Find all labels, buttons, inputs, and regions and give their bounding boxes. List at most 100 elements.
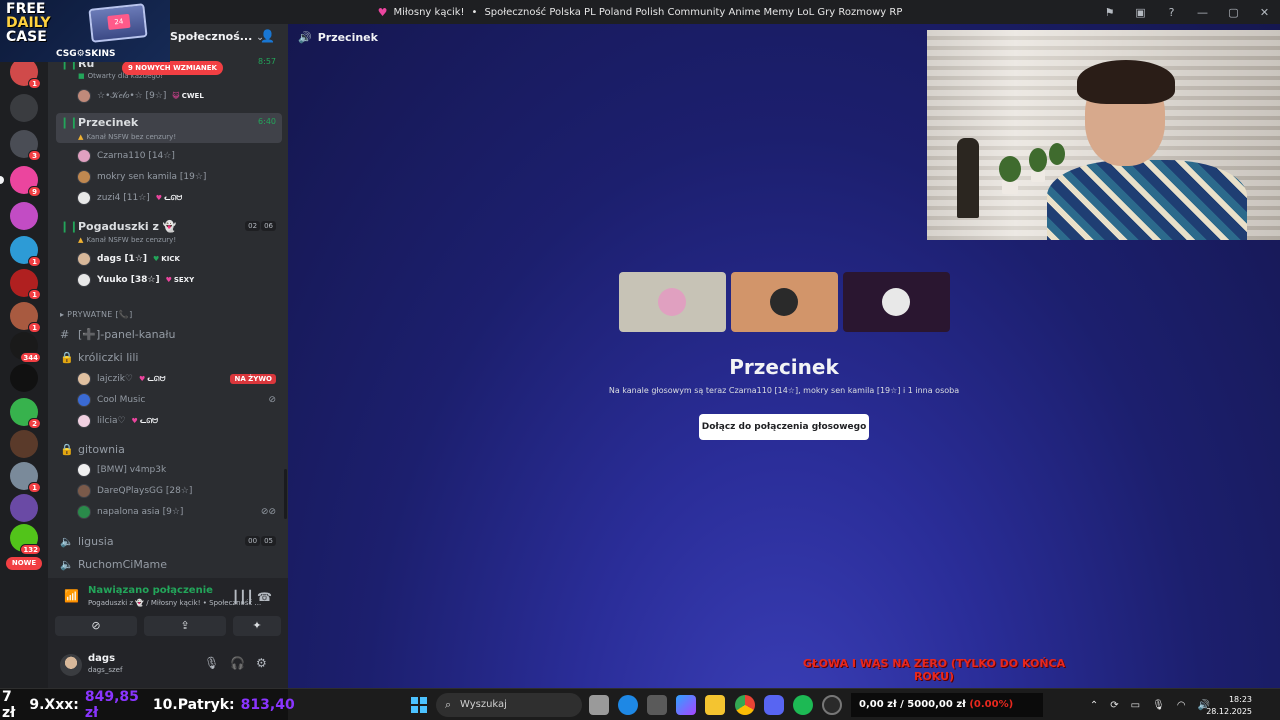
channel-name: RuchomCiMame (78, 557, 168, 571)
server-icon[interactable]: 1 (10, 236, 41, 267)
copilot-icon[interactable] (676, 695, 696, 715)
maximize-button[interactable]: ▢ (1218, 6, 1249, 19)
server-icon[interactable]: 1 (10, 462, 41, 493)
store-icon[interactable] (647, 695, 667, 715)
mention-badge: 1 (28, 322, 41, 333)
channel-kroliczki[interactable]: 🔒 króliczki lili (56, 347, 282, 367)
mention-badge: 1 (28, 78, 41, 89)
voice-member[interactable]: mokry sen kamila [19☆] (77, 168, 282, 186)
voice-member[interactable]: ☆•𝒦𝑒𝓁𝑜•☆ [9☆] 😺 CWEL (77, 87, 282, 105)
server-icon[interactable]: 344 (10, 332, 41, 363)
windows-start-icon[interactable] (411, 697, 427, 713)
voice-member[interactable]: lajczik♡ ♥ ᓚᘏᗢ NA ŻYWO (77, 370, 282, 388)
channel-pogaduszki[interactable]: ❙❙ Pogaduszki z 👻 02 06 (56, 216, 282, 236)
ticker-3-name: 10.Patryk: (152, 697, 235, 713)
voice-member[interactable]: Cool Music ⊘ (77, 391, 282, 409)
server-icon[interactable]: 1 (10, 58, 41, 89)
screen-icon[interactable]: ▣ (1125, 6, 1156, 19)
live-badge: NA ŻYWO (230, 374, 276, 384)
channel-ruchom[interactable]: 🔈 RuchomCiMame (56, 554, 282, 574)
hash-icon: # (60, 327, 70, 341)
webcam-overlay (927, 30, 1280, 240)
voice-member[interactable]: dags [1☆] ♥ KICK (77, 250, 282, 268)
voice-member[interactable]: napalona asia [9☆] ⊘⊘ (77, 503, 282, 521)
gear-icon[interactable]: ⚙ (256, 656, 267, 670)
edge-icon[interactable] (618, 695, 638, 715)
sync-icon[interactable]: ⟳ (1110, 700, 1118, 711)
avatar (77, 191, 91, 205)
voice-member[interactable]: lilcia♡ ♥ ᓚᘏᗢ (77, 412, 282, 430)
server-header[interactable]: Społecznoś... ⌄ (170, 30, 264, 43)
wifi-icon[interactable]: ◠ (1177, 700, 1186, 711)
channel-subtitle: ▲ Kanał NSFW bez cenzury! (78, 133, 176, 141)
close-button[interactable]: ✕ (1249, 6, 1280, 19)
obs-icon[interactable] (822, 695, 842, 715)
server-icon[interactable] (10, 430, 38, 458)
server-icon[interactable]: 3 (10, 130, 41, 161)
activities-button[interactable]: ✦ (233, 616, 281, 636)
add-user-icon[interactable]: 👤 (260, 29, 275, 43)
voice-member[interactable]: Czarna110 [14☆] (77, 147, 282, 165)
avatar (77, 414, 91, 428)
channel-gitownia[interactable]: 🔒 gitownia (56, 439, 282, 459)
spotify-icon[interactable] (793, 695, 813, 715)
server-icon[interactable]: 1 (10, 302, 41, 333)
server-icon[interactable] (10, 202, 38, 230)
voice-member[interactable]: zuzi4 [11☆] ♥ ᓚᘏᗢ (77, 189, 282, 207)
voice-member[interactable]: [BMW] v4mp3k (77, 461, 282, 479)
microphone-icon[interactable]: 🎙 (1152, 700, 1165, 711)
member-tag-text: CWEL (181, 92, 204, 100)
voice-member[interactable]: Yuuko [38☆] ♥ SEXY (77, 271, 282, 289)
task-view-icon[interactable] (589, 695, 609, 715)
minimize-button[interactable]: — (1187, 6, 1218, 19)
server-avatar (10, 364, 38, 392)
sidebar-scrollbar[interactable] (284, 469, 287, 519)
screen-icon[interactable]: ▭ (1131, 700, 1140, 711)
user-name[interactable]: dags (88, 653, 115, 664)
headphones-icon[interactable]: 🎧 (230, 656, 245, 670)
flag-icon[interactable]: ⚑ (1094, 6, 1125, 19)
server-icon[interactable]: 9 (0, 166, 41, 197)
server-icon[interactable] (10, 364, 38, 392)
participant-tile[interactable] (619, 272, 726, 332)
avatar (77, 463, 91, 477)
folder-icon[interactable] (705, 695, 725, 715)
help-icon[interactable]: ? (1156, 6, 1187, 19)
title-description: Społeczność Polska PL Poland Polish Comm… (484, 6, 903, 18)
chrome-icon[interactable] (735, 695, 755, 715)
mentions-pill[interactable]: 9 NOWYCH WZMIANEK (122, 61, 223, 75)
balance-overlay: 0,00 zł / 5000,00 zł (0.00%) (851, 693, 1043, 717)
clock-date: 28.12.2025 (1206, 707, 1252, 716)
user-handle: dags_szef (88, 666, 123, 674)
join-voice-button[interactable]: Dołącz do połączenia głosowego (699, 414, 869, 440)
camera-button[interactable]: ⊘ (55, 616, 137, 636)
avatar (77, 505, 91, 519)
discord-icon[interactable] (764, 695, 784, 715)
share-screen-button[interactable]: ⇪ (144, 616, 226, 636)
mention-badge: 1 (28, 289, 41, 300)
category-private[interactable]: ▸ PRYWATNE [📞] (60, 310, 133, 319)
participant-tile[interactable] (731, 272, 838, 332)
server-icon[interactable]: 1 (10, 269, 41, 300)
promo-brand: CSG⚙SKINS (56, 49, 116, 59)
channel-panel-kanalu[interactable]: # [➕]-panel-kanału (56, 324, 282, 344)
channel-ligusia[interactable]: 🔈 ligusia 00 05 (56, 531, 282, 551)
microphone-icon[interactable]: 🎙 (204, 656, 219, 670)
soundboard-icon[interactable]: ┃┃┃ (232, 590, 254, 604)
connection-status[interactable]: Nawiązano połączenie (88, 585, 213, 596)
participant-tile[interactable] (843, 272, 950, 332)
avatar[interactable] (60, 654, 82, 676)
taskbar-search[interactable]: ⌕ Wyszukaj (436, 693, 582, 717)
disconnect-icon[interactable]: ☎ (257, 590, 272, 604)
clock[interactable]: 18:23 28.12.2025 (1206, 694, 1252, 718)
bets-ticker: 7 zł 9.Xxx: 849,85 zł 10.Patryk: 813,40 (0, 689, 295, 720)
member-tag-text: SEXY (173, 276, 195, 284)
new-badge[interactable]: NOWE (6, 557, 42, 570)
chevron-up-icon[interactable]: ⌃ (1090, 700, 1098, 711)
heart-icon: ♥ (165, 276, 172, 284)
server-icon[interactable]: 132 (10, 524, 41, 555)
server-icon[interactable] (10, 94, 38, 122)
voice-member[interactable]: DareQPlaysGG [28☆] (77, 482, 282, 500)
server-icon[interactable]: 2 (10, 398, 41, 429)
server-icon[interactable] (10, 494, 38, 522)
